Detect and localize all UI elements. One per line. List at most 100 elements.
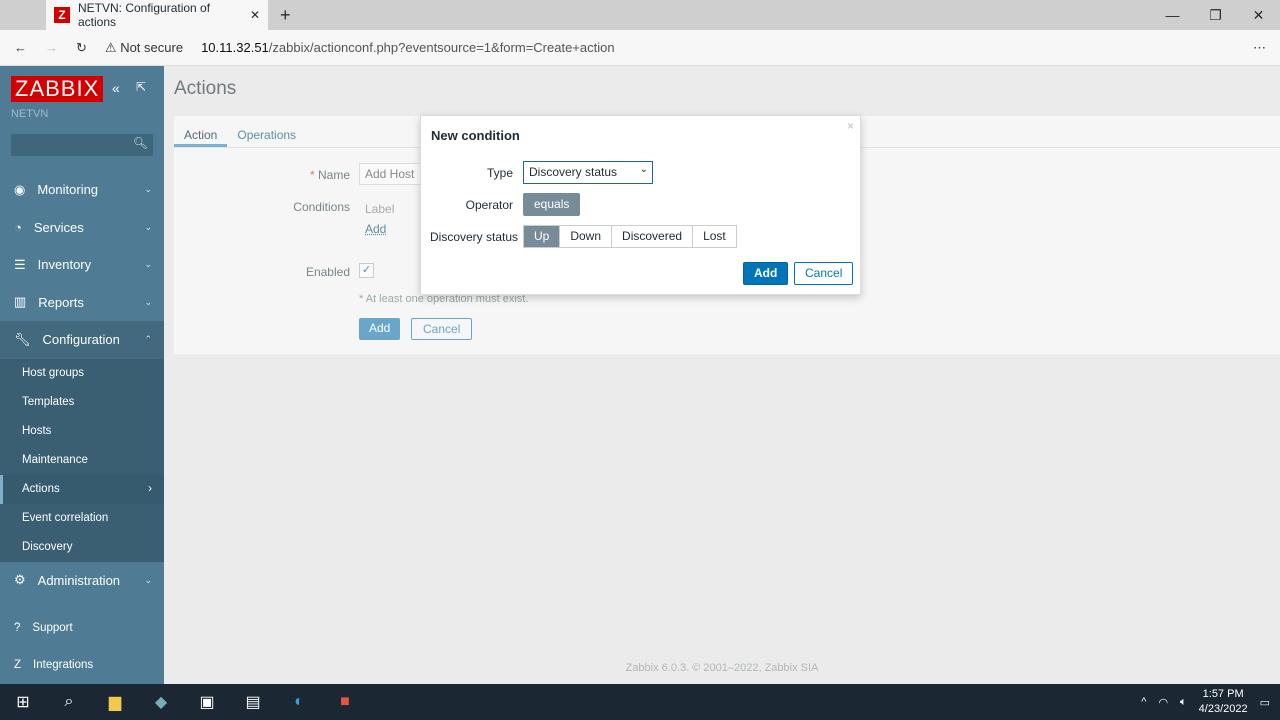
add-condition-link[interactable]: Add (365, 222, 386, 236)
operator-label: Operator (465, 198, 513, 212)
subnav-maintenance[interactable]: Maintenance (0, 445, 164, 475)
discovery-status-segmented: Up Down Discovered Lost (523, 225, 737, 248)
windows-start-icon[interactable]: ⊞ (0, 692, 46, 712)
subnav-hosts[interactable]: Hosts (0, 416, 164, 446)
tab-title: NETVN: Configuration of actions (78, 1, 211, 29)
sidebar-search-input[interactable]: 🔍︎ (11, 134, 153, 156)
menu-icon[interactable]: ⋯ (1253, 40, 1266, 56)
reload-icon[interactable]: ↻ (76, 40, 87, 56)
close-window-icon[interactable]: ✕ (1237, 0, 1280, 30)
minimize-icon[interactable]: — (1151, 0, 1194, 30)
collapse-icon[interactable]: « (112, 80, 120, 96)
url-field[interactable]: 10.11.32.51/zabbix/actionconf.php?events… (201, 40, 615, 55)
nav-label: Services (33, 219, 84, 235)
paint-icon[interactable]: ▤ (230, 692, 276, 712)
status-lost[interactable]: Lost (693, 226, 736, 247)
nav-label: Support (32, 621, 73, 634)
dialog-add-button[interactable]: Add (743, 262, 789, 285)
back-icon[interactable]: ← (14, 40, 27, 55)
volume-icon[interactable]: 🔈︎ (1180, 696, 1187, 709)
services-icon: ◔ (14, 219, 22, 235)
operator-equals[interactable]: equals (523, 193, 581, 216)
support-icon: ? (14, 621, 21, 634)
add-button[interactable]: Add (359, 318, 401, 340)
name-input[interactable]: Add Host (359, 163, 429, 185)
browser-tab[interactable]: Z NETVN: Configuration of actions ✕ (46, 0, 268, 30)
gear-icon: ⚙ (14, 572, 26, 588)
nav-monitoring[interactable]: ◉ Monitoring ⌄ (0, 171, 164, 209)
integrations-icon: Z (14, 658, 22, 671)
terminal-icon[interactable]: ▣ (184, 692, 230, 712)
name-label: Name (317, 168, 350, 182)
type-select[interactable]: Discovery status ⌄ (523, 161, 653, 184)
footer: Zabbix 6.0.3. © 2001–2022, Zabbix SIA (625, 662, 819, 674)
close-dialog-icon[interactable]: × (847, 119, 854, 133)
enabled-label: Enabled (305, 265, 350, 279)
status-discovered[interactable]: Discovered (612, 226, 694, 247)
dialog-cancel-button[interactable]: Cancel (794, 262, 854, 285)
kiosk-icon[interactable]: ⇱ (136, 80, 146, 94)
zabbix-logo[interactable]: ZABBIX (11, 76, 104, 102)
app-red-icon[interactable]: ■ (322, 693, 368, 711)
server-name: NETVN (11, 108, 49, 120)
chevron-down-icon: ⌄ (639, 164, 648, 175)
page-title: Actions (174, 78, 237, 99)
clock[interactable]: 1:57 PM 4/23/2022 (1199, 687, 1248, 717)
chevron-up-icon: ⌃ (144, 334, 152, 345)
tab-operations[interactable]: Operations (227, 116, 306, 147)
search-icon[interactable]: 🔍︎ (133, 136, 148, 150)
security-label: Not secure (120, 39, 184, 55)
zabbix-favicon: Z (54, 7, 70, 23)
subnav-label: Actions (22, 482, 60, 495)
warning-icon: ⚠ Not secure (104, 39, 184, 55)
enabled-checkbox[interactable]: ✓ (359, 263, 374, 278)
chevron-down-icon: ⌄ (144, 184, 152, 195)
subnav-event-correlation[interactable]: Event correlation (0, 503, 164, 533)
edge-icon[interactable]: ◐ (276, 693, 322, 711)
notifications-icon[interactable]: ▭ (1260, 696, 1270, 709)
chevron-down-icon: ⌄ (144, 296, 152, 307)
chevron-down-icon: ⌄ (144, 221, 152, 232)
eye-icon: ◉ (14, 181, 26, 197)
tab-action[interactable]: Action (174, 116, 228, 147)
conditions-label: Conditions (293, 200, 350, 214)
nav-label: Reports (38, 294, 84, 310)
wrench-icon: 🔧︎ (14, 331, 31, 347)
nav-administration[interactable]: ⚙ Administration ⌄ (0, 562, 164, 600)
discovery-status-label: Discovery status (430, 230, 519, 244)
chevron-down-icon: ⌄ (144, 574, 152, 585)
app-icon[interactable]: ◆ (138, 692, 184, 712)
close-tab-icon[interactable]: ✕ (250, 8, 260, 22)
nav-label: Administration (37, 572, 121, 588)
tray-chevron-icon[interactable]: ^ (1141, 696, 1146, 708)
restore-icon[interactable]: ❐ (1194, 0, 1237, 30)
status-up[interactable]: Up (524, 226, 561, 247)
nav-configuration[interactable]: 🔧︎ Configuration ⌃ (0, 321, 164, 359)
url-path: /zabbix/actionconf.php?eventsource=1&for… (268, 40, 615, 55)
nav-services[interactable]: ◔ Services ⌄ (0, 209, 164, 247)
sidebar: ZABBIX « ⇱ NETVN 🔍︎ ◉ Monitoring ⌄ ◔ Servic… (0, 66, 164, 684)
network-icon[interactable]: ◠ (1158, 696, 1168, 709)
date: 4/23/2022 (1198, 703, 1248, 715)
conditions-column-label: Label (365, 202, 395, 216)
new-tab-icon[interactable]: + (280, 5, 291, 26)
browser-tab-bar: Z NETVN: Configuration of actions ✕ + — ❐… (0, 0, 1280, 30)
cancel-button[interactable]: Cancel (411, 318, 473, 340)
new-condition-dialog: New condition × Type Discovery status ⌄ O… (420, 115, 861, 295)
status-down[interactable]: Down (560, 226, 613, 247)
nav-label: Configuration (42, 332, 120, 348)
subnav-actions[interactable]: Actions › (0, 474, 164, 504)
chevron-down-icon: ⌄ (144, 259, 152, 270)
file-explorer-icon[interactable]: ▆ (92, 692, 138, 712)
subnav-templates[interactable]: Templates (0, 387, 164, 417)
time: 1:57 PM (1202, 688, 1244, 700)
search-icon[interactable]: ⌕ (46, 693, 92, 711)
nav-support[interactable]: ? Support (0, 609, 164, 646)
nav-inventory[interactable]: ☰ Inventory ⌄ (0, 246, 164, 284)
forward-icon[interactable]: → (45, 40, 58, 55)
subnav-host-groups[interactable]: Host groups (0, 358, 164, 388)
nav-reports[interactable]: ▥ Reports ⌄ (0, 284, 164, 322)
chart-icon: ▥ (14, 294, 27, 310)
subnav-discovery[interactable]: Discovery (0, 532, 164, 562)
nav-integrations[interactable]: Z Integrations (0, 646, 164, 683)
